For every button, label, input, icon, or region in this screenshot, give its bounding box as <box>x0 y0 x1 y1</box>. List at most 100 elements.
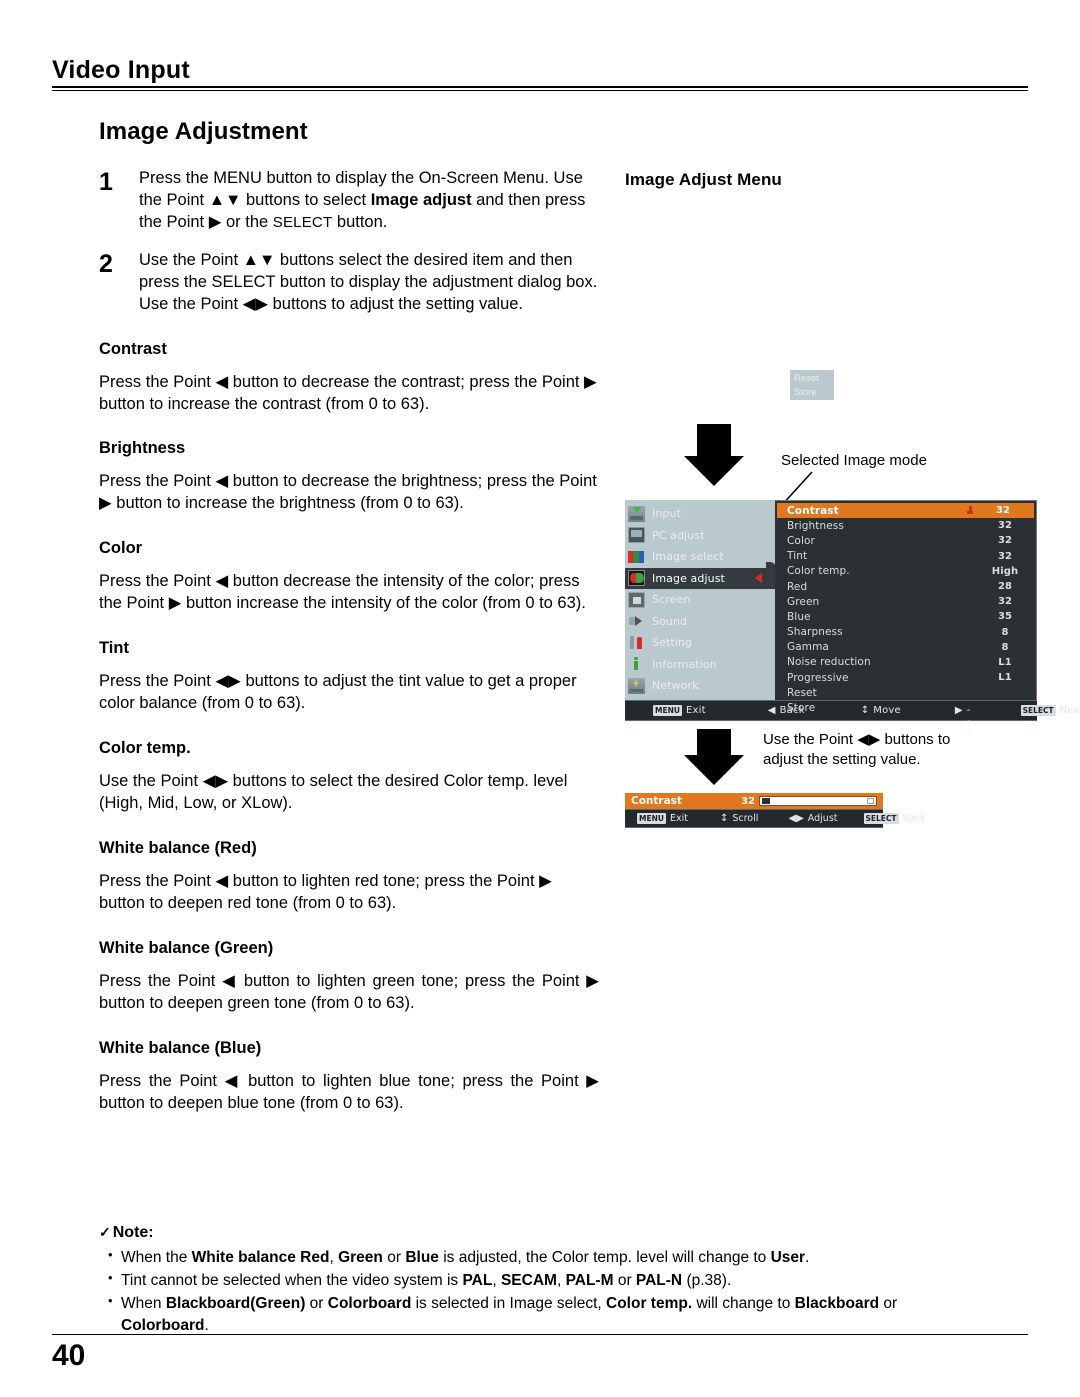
cd-help-exit[interactable]: MENU Exit <box>637 813 688 824</box>
setting-icon <box>628 635 645 651</box>
arrow-shaft <box>697 729 731 755</box>
sidebar-item-pc-adjust[interactable]: PC adjust <box>625 525 775 547</box>
step-1-bold1: Image adjust <box>370 190 472 209</box>
topic-white-balance-green: White balance (Green) Press the Point ◀ … <box>99 939 599 1015</box>
cd-help-scroll[interactable]: ↕ Scroll <box>720 813 758 824</box>
cd-help-exit-label: Exit <box>669 813 688 824</box>
osd-row-label: Red <box>787 580 808 593</box>
arrow-head <box>684 456 744 486</box>
note-2-p6: . <box>204 1317 209 1334</box>
sidebar-item-information[interactable]: Information <box>625 654 775 676</box>
menu-key-badge: MENU <box>653 705 682 716</box>
osd-row-label: Contrast <box>787 504 839 517</box>
osd-row-contrast[interactable]: Contrast 32 <box>777 503 1034 519</box>
osd-row-label: Reset <box>787 686 817 699</box>
note-0-p4: is adjusted, the Color temp. level will … <box>438 1249 771 1266</box>
panel-title: Image Adjust Menu <box>625 170 782 189</box>
note-0-p1: When the <box>121 1249 192 1266</box>
down-arrow-icon <box>684 424 744 486</box>
note-1-p2: , <box>492 1272 501 1289</box>
topic-color-temp-heading: Color temp. <box>99 739 191 758</box>
osd-row-noise-reduction[interactable]: Noise reduction L1 <box>775 655 1036 670</box>
arrow-head <box>684 755 744 785</box>
contrast-slider[interactable] <box>759 796 877 806</box>
note-item: When the White balance Red, Green or Blu… <box>108 1246 989 1269</box>
sidebar-item-label: PC adjust <box>652 528 705 542</box>
osd-row-value: 8 <box>1001 641 1009 653</box>
contrast-dialog-value: 32 <box>741 795 755 807</box>
slider-knob[interactable] <box>762 798 770 804</box>
screen-icon <box>628 591 645 608</box>
topic-white-balance-green-body: Press the Point ◀ button to lighten gree… <box>99 971 599 1012</box>
note-2-b4: Blackboard <box>794 1295 880 1312</box>
osd-row-progressive[interactable]: Progressive L1 <box>775 670 1036 685</box>
note-0-p2: , <box>329 1249 339 1266</box>
osd-row-gamma[interactable]: Gamma 8 <box>775 640 1036 655</box>
slider-end-box <box>867 798 874 804</box>
topic-brightness-body: Press the Point ◀ button to decrease the… <box>99 472 597 513</box>
osd-row-green[interactable]: Green 32 <box>775 594 1036 609</box>
note-0-b2: Green <box>338 1249 383 1266</box>
network-icon <box>628 677 645 694</box>
osd-row-label: Progressive <box>787 671 849 684</box>
contrast-dialog-bar: Contrast 32 <box>625 793 883 809</box>
note-heading: ✓ Note: <box>99 1224 989 1242</box>
sidebar-item-setting[interactable]: Setting <box>625 632 775 654</box>
osd-row-value: L1 <box>998 656 1012 668</box>
osd-row-reset[interactable]: Reset <box>775 685 1036 700</box>
note-1-b4: PAL-N <box>635 1272 683 1289</box>
callout-selected-image-mode: Selected Image mode <box>781 452 927 469</box>
osd-row-value: 32 <box>995 505 1011 517</box>
note-heading-label: Note: <box>112 1224 154 1241</box>
contrast-adjustment-dialog: Contrast 32 MENU Exit ↕ Scroll ◀▶ Adjust… <box>625 793 926 828</box>
down-arrow-icon <box>684 729 744 785</box>
sidebar-item-label: Screen <box>652 593 691 607</box>
note-2-p3: is selected in Image select, <box>411 1295 607 1312</box>
store-ghost-label: Store <box>794 387 817 398</box>
footer-rule <box>52 1334 1028 1335</box>
up-down-arrow-icon: ↕ <box>719 813 729 824</box>
sidebar-item-image-select[interactable]: Image select <box>625 546 775 568</box>
note-0-p3: or <box>382 1249 406 1266</box>
osd-row-color-temp[interactable]: Color temp. High <box>775 564 1036 579</box>
sidebar-item-sound[interactable]: Sound <box>625 611 775 633</box>
osd-row-label: Tint <box>787 550 808 563</box>
osd-row-store[interactable]: Store <box>775 700 1036 715</box>
help-exit[interactable]: MENU Exit <box>653 705 706 716</box>
topic-contrast-heading: Contrast <box>99 339 167 358</box>
sidebar-item-label: Network <box>652 679 699 693</box>
osd-row-blue[interactable]: Blue 35 <box>775 609 1036 624</box>
sidebar-item-screen[interactable]: Screen <box>625 589 775 611</box>
step-1: 1 Press the MENU button to display the O… <box>99 168 599 233</box>
osd-row-sharpness[interactable]: Sharpness 8 <box>775 625 1036 640</box>
note-1-b3: PAL-M <box>565 1272 614 1289</box>
osd-row-tint[interactable]: Tint 32 <box>775 549 1036 564</box>
help-exit-label: Exit <box>685 705 706 716</box>
cd-help-back[interactable]: SELECT Back <box>863 813 926 824</box>
note-0-b4: User <box>770 1249 806 1266</box>
topic-contrast-body: Press the Point ◀ button to decrease the… <box>99 372 597 413</box>
running-head-rule <box>52 86 1028 92</box>
sidebar-item-network[interactable]: Network <box>625 675 775 697</box>
osd-row-brightness[interactable]: Brightness 32 <box>775 518 1036 533</box>
sidebar-item-label: Information <box>652 657 717 671</box>
note-1-p4: or <box>613 1272 636 1289</box>
information-icon <box>628 656 645 672</box>
osd-row-color[interactable]: Color 32 <box>775 533 1036 548</box>
osd-row-value: 35 <box>997 611 1013 623</box>
osd-row-label: Store <box>787 702 816 715</box>
topic-color-temp-body: Use the Point ◀▶ buttons to select the d… <box>99 772 568 813</box>
osd-row-red[interactable]: Red 28 <box>775 579 1036 594</box>
sidebar-item-input[interactable]: Input <box>625 503 775 525</box>
osd-row-label: Noise reduction <box>787 656 871 669</box>
sidebar-item-image-adjust[interactable]: Image adjust <box>625 567 775 589</box>
topic-white-balance-red-heading: White balance (Red) <box>99 838 257 857</box>
osd-row-value: 32 <box>997 535 1013 547</box>
osd-row-label: Sharpness <box>787 626 843 639</box>
cd-help-adjust[interactable]: ◀▶ Adjust <box>788 813 837 824</box>
note-2-b2: Colorboard <box>327 1295 412 1312</box>
step-2: 2 Use the Point ▲▼ buttons select the de… <box>99 250 599 315</box>
osd-row-value: High <box>991 565 1019 577</box>
note-block: ✓Note: When the White balance Red, Green… <box>99 1224 989 1338</box>
topic-color-heading: Color <box>99 539 143 558</box>
